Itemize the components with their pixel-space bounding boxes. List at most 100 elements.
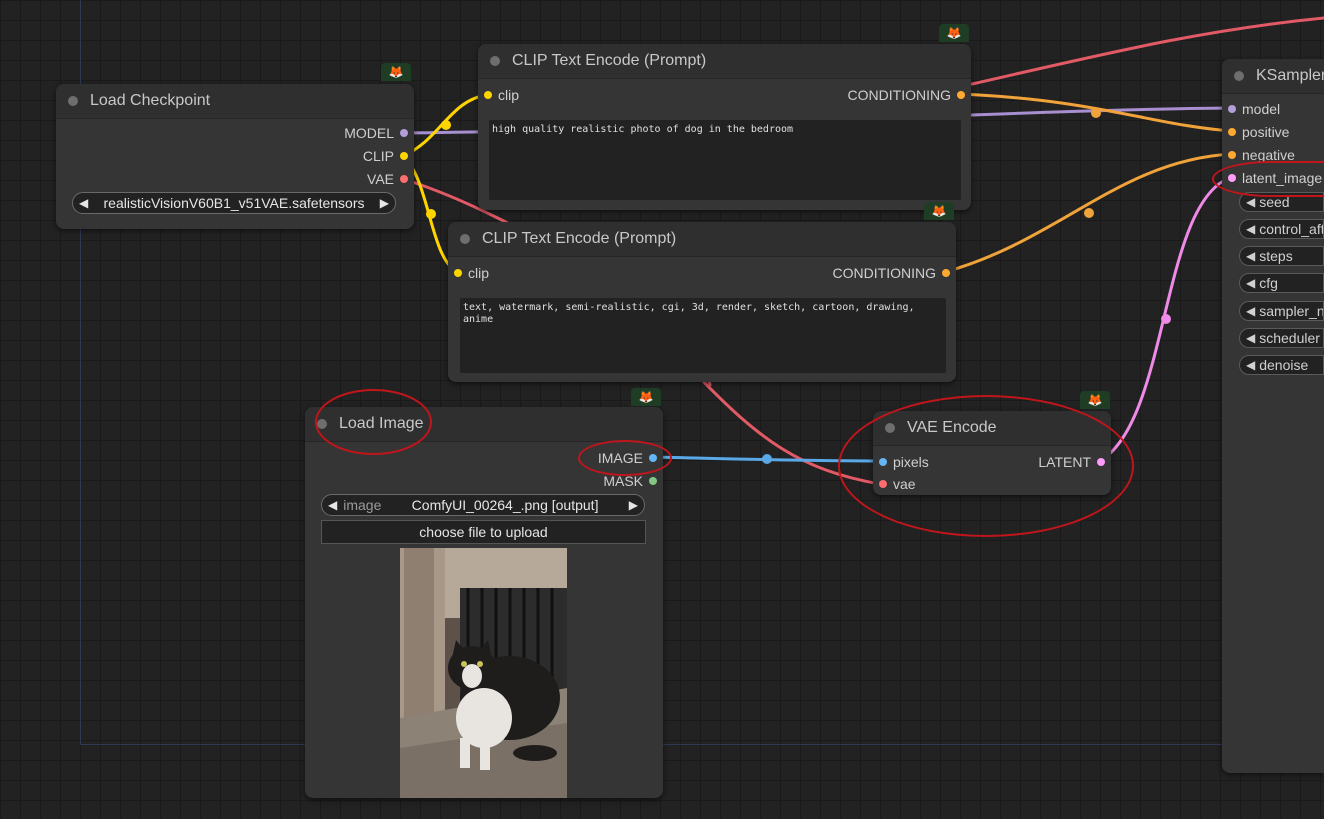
slot-dot-icon[interactable] — [1097, 458, 1105, 466]
slot-dot-icon[interactable] — [1228, 151, 1236, 159]
image-combo-value: ComfyUI_00264_.png [output] — [411, 497, 599, 513]
input-positive[interactable]: positive — [1228, 123, 1289, 141]
output-latent[interactable]: LATENT — [1038, 453, 1105, 471]
node-title: Load Checkpoint — [90, 92, 211, 109]
wire-latent-to-ksampler[interactable] — [1098, 175, 1234, 463]
vae-encode-node[interactable]: VAE Encode pixels vae LATENT — [873, 411, 1111, 495]
collapse-dot-icon[interactable] — [490, 56, 500, 66]
slot-dot-icon[interactable] — [942, 269, 950, 277]
slot-dot-icon[interactable] — [484, 91, 492, 99]
node-title: CLIP Text Encode (Prompt) — [512, 52, 707, 69]
node-title-bar[interactable]: KSampler — [1222, 59, 1324, 94]
widget-steps[interactable]: ◀ steps — [1239, 246, 1324, 266]
reroute-dot[interactable] — [426, 209, 436, 219]
ckpt-name-value: realisticVisionV60B1_v51VAE.safetensors — [103, 195, 365, 211]
slot-dot-icon[interactable] — [879, 458, 887, 466]
upload-button[interactable]: choose file to upload — [321, 520, 646, 544]
prompt-textarea[interactable]: text, watermark, semi-realistic, cgi, 3d… — [460, 298, 946, 373]
node-title-bar[interactable]: Load Checkpoint — [56, 84, 414, 119]
widget-control-after-generate[interactable]: ◀ control_aft — [1239, 219, 1324, 239]
prompt-textarea[interactable]: high quality realistic photo of dog in t… — [489, 120, 961, 200]
output-clip[interactable]: CLIP — [363, 147, 408, 165]
arrow-left-icon[interactable]: ◀ — [1246, 358, 1255, 372]
collapse-dot-icon[interactable] — [68, 96, 78, 106]
slot-dot-icon[interactable] — [1228, 128, 1236, 136]
reroute-dot[interactable] — [762, 454, 772, 464]
wire-negative-to-ksampler[interactable] — [943, 152, 1234, 274]
widget-denoise[interactable]: ◀ denoise — [1239, 355, 1324, 375]
fox-icon: 🦊 — [381, 63, 411, 81]
output-model[interactable]: MODEL — [344, 124, 408, 142]
node-title: KSampler — [1256, 67, 1324, 84]
arrow-left-icon[interactable]: ◀ — [1246, 304, 1255, 318]
slot-dot-icon[interactable] — [957, 91, 965, 99]
fox-icon: 🦊 — [939, 24, 969, 42]
wire-positive-to-ksampler[interactable] — [958, 92, 1234, 133]
wire-vae-to-vae-encode-lower[interactable] — [698, 376, 882, 486]
arrow-left-icon[interactable]: ◀ — [1246, 222, 1255, 236]
widget-sampler-name[interactable]: ◀ sampler_n — [1239, 301, 1324, 321]
collapse-dot-icon[interactable] — [1234, 71, 1244, 81]
arrow-left-icon[interactable]: ◀ — [1246, 195, 1255, 209]
ckpt-name-combo[interactable]: ◀ realisticVisionV60B1_v51VAE.safetensor… — [72, 192, 396, 214]
wire-image-to-pixels[interactable] — [650, 455, 886, 463]
load-image-node[interactable]: Load Image IMAGE MASK ◀ image ComfyUI_00… — [305, 407, 663, 798]
widget-scheduler[interactable]: ◀ scheduler — [1239, 328, 1324, 348]
clip-text-encode-negative-node[interactable]: CLIP Text Encode (Prompt) clip CONDITION… — [448, 222, 956, 382]
collapse-dot-icon[interactable] — [885, 423, 895, 433]
reroute-dot[interactable] — [441, 120, 451, 130]
wire-clip-to-positive[interactable] — [401, 93, 489, 158]
node-title-bar[interactable]: Load Image — [305, 407, 663, 442]
load-checkpoint-node[interactable]: Load Checkpoint MODEL CLIP VAE ◀ realist… — [56, 84, 414, 229]
slot-dot-icon[interactable] — [400, 175, 408, 183]
slot-dot-icon[interactable] — [649, 454, 657, 462]
fox-icon: 🦊 — [631, 388, 661, 406]
input-clip[interactable]: clip — [484, 86, 519, 104]
slot-dot-icon[interactable] — [400, 152, 408, 160]
input-model[interactable]: model — [1228, 100, 1280, 118]
node-title: VAE Encode — [907, 419, 997, 436]
arrow-left-icon[interactable]: ◀ — [79, 196, 88, 210]
reroute-dot[interactable] — [1091, 108, 1101, 118]
node-title-bar[interactable]: CLIP Text Encode (Prompt) — [448, 222, 956, 257]
slot-dot-icon[interactable] — [1228, 105, 1236, 113]
arrow-left-icon[interactable]: ◀ — [1246, 249, 1255, 263]
output-mask[interactable]: MASK — [603, 472, 657, 490]
collapse-dot-icon[interactable] — [460, 234, 470, 244]
image-combo[interactable]: ◀ image ComfyUI_00264_.png [output] ▶ — [321, 494, 645, 516]
input-latent-image[interactable]: latent_image — [1228, 169, 1322, 187]
node-title-bar[interactable]: VAE Encode — [873, 411, 1111, 446]
fox-icon: 🦊 — [924, 202, 954, 220]
collapse-dot-icon[interactable] — [317, 419, 327, 429]
image-combo-label: image — [343, 497, 382, 513]
arrow-left-icon[interactable]: ◀ — [1246, 276, 1255, 290]
input-negative[interactable]: negative — [1228, 146, 1295, 164]
reroute-dot[interactable] — [1161, 314, 1171, 324]
output-conditioning[interactable]: CONDITIONING — [833, 264, 950, 282]
input-vae[interactable]: vae — [879, 475, 916, 493]
node-title: CLIP Text Encode (Prompt) — [482, 230, 677, 247]
fox-icon: 🦊 — [1080, 391, 1110, 409]
slot-dot-icon[interactable] — [649, 477, 657, 485]
arrow-right-icon[interactable]: ▶ — [629, 498, 638, 512]
ksampler-node[interactable]: KSampler model positive negative latent_… — [1222, 59, 1324, 773]
slot-dot-icon[interactable] — [454, 269, 462, 277]
slot-dot-icon[interactable] — [879, 480, 887, 488]
node-title: Load Image — [339, 415, 424, 432]
widget-cfg[interactable]: ◀ cfg — [1239, 273, 1324, 293]
slot-dot-icon[interactable] — [1228, 174, 1236, 182]
output-vae[interactable]: VAE — [367, 170, 408, 188]
node-title-bar[interactable]: CLIP Text Encode (Prompt) — [478, 44, 971, 79]
output-image[interactable]: IMAGE — [598, 449, 657, 467]
output-conditioning[interactable]: CONDITIONING — [848, 86, 965, 104]
arrow-left-icon[interactable]: ◀ — [328, 498, 337, 512]
clip-text-encode-positive-node[interactable]: CLIP Text Encode (Prompt) clip CONDITION… — [478, 44, 971, 210]
input-pixels[interactable]: pixels — [879, 453, 929, 471]
slot-dot-icon[interactable] — [400, 129, 408, 137]
widget-seed[interactable]: ◀ seed — [1239, 192, 1324, 212]
arrow-left-icon[interactable]: ◀ — [1246, 331, 1255, 345]
cat-photo-thumbnail — [400, 548, 567, 798]
arrow-right-icon[interactable]: ▶ — [380, 196, 389, 210]
reroute-dot[interactable] — [1084, 208, 1094, 218]
input-clip[interactable]: clip — [454, 264, 489, 282]
